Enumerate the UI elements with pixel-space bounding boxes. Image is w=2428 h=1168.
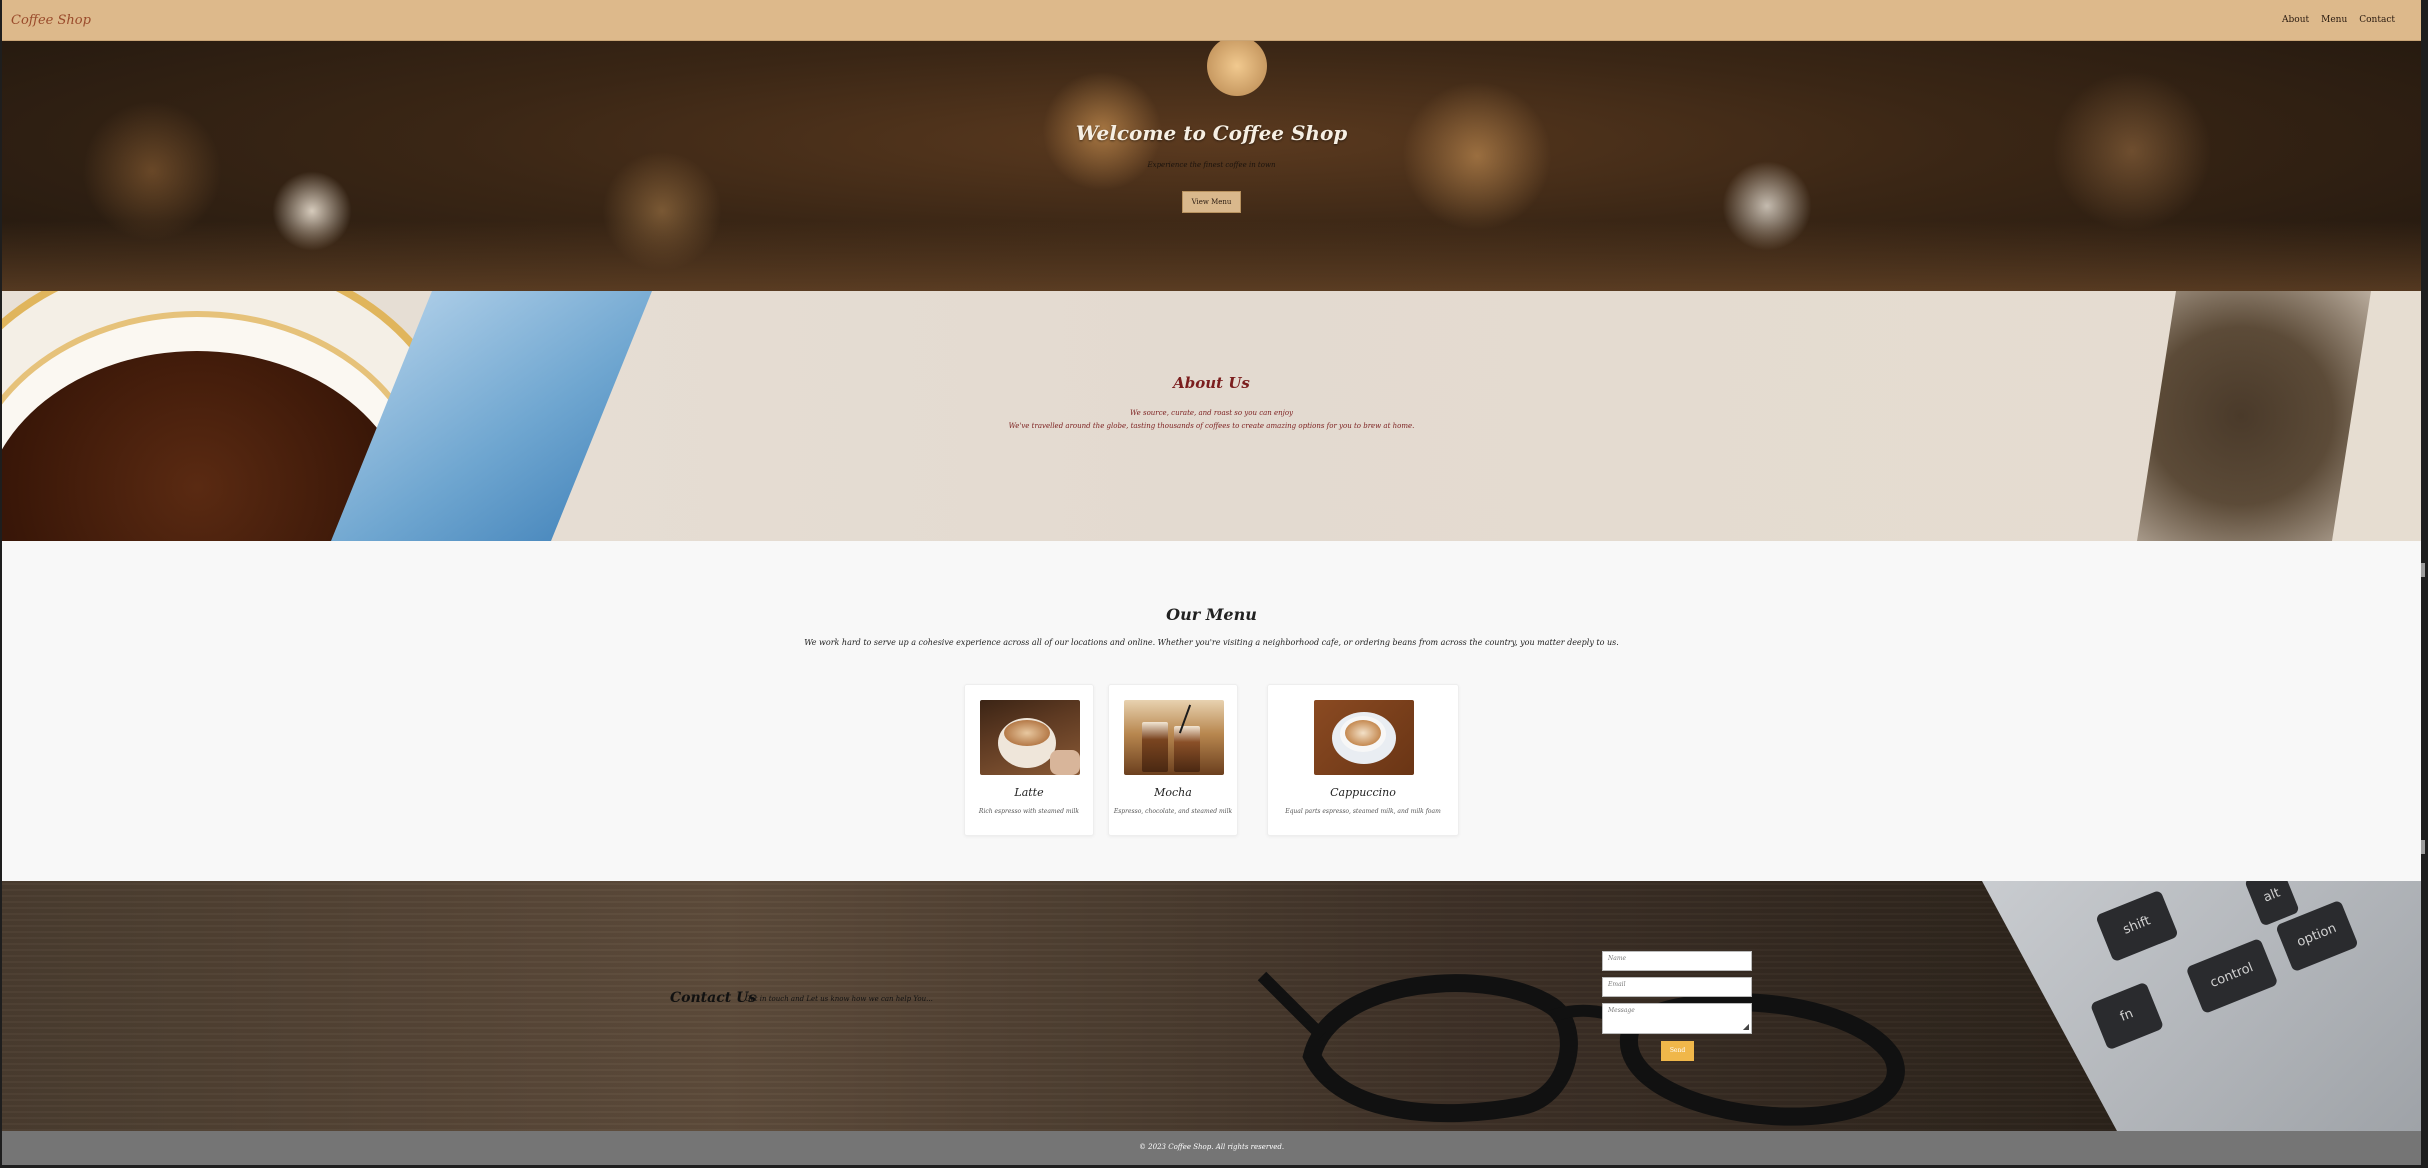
- menu-card-mocha[interactable]: Mocha Espresso, chocolate, and steamed m…: [1108, 684, 1238, 836]
- about-section: About Us We source, curate, and roast so…: [2, 291, 2421, 541]
- nav-link-about[interactable]: About: [2282, 15, 2309, 25]
- menu-item-name: Mocha: [1154, 786, 1192, 799]
- hero-bokeh-light: [1402, 81, 1552, 231]
- menu-section: Our Menu We work hard to serve up a cohe…: [2, 541, 2421, 881]
- keyboard-key: shift: [2095, 889, 2179, 963]
- mocha-image: [1124, 700, 1224, 775]
- menu-item-name: Latte: [1014, 786, 1044, 799]
- site-header: Coffee Shop About Menu Contact: [2, 0, 2421, 41]
- contact-subtitle: Get in touch and Let us know how we can …: [745, 995, 933, 1003]
- about-text-line: We've travelled around the globe, tastin…: [1008, 422, 1415, 430]
- menu-card-latte[interactable]: Latte Rich espresso with steamed milk: [964, 684, 1094, 836]
- main-nav: About Menu Contact: [2282, 15, 2395, 25]
- menu-item-name: Cappuccino: [1330, 786, 1396, 799]
- message-placeholder: Message: [1608, 1007, 1635, 1014]
- hero-table-glow: [2, 221, 2421, 291]
- menu-item-description: Espresso, chocolate, and steamed milk: [1113, 808, 1233, 815]
- browser-viewport: Coffee Shop About Menu Contact Welcome t…: [2, 0, 2421, 1168]
- hero-bokeh-light: [2052, 71, 2212, 231]
- menu-item-description: Equal parts espresso, steamed milk, and …: [1285, 808, 1441, 815]
- hero-subtitle: Experience the finest coffee in town: [1147, 161, 1276, 169]
- hero-title: Welcome to Coffee Shop: [1075, 121, 1348, 145]
- contact-title: Contact Us: [670, 990, 757, 1006]
- scrollbar-marker[interactable]: [2421, 563, 2425, 577]
- hero-section: Welcome to Coffee Shop Experience the fi…: [2, 41, 2421, 291]
- about-text-line: We source, curate, and roast so you can …: [1129, 409, 1294, 417]
- message-textarea[interactable]: Message ◢: [1602, 1003, 1752, 1034]
- email-input[interactable]: Email: [1602, 977, 1752, 997]
- keyboard-key: control: [2185, 937, 2279, 1015]
- resize-handle-icon[interactable]: ◢: [1743, 1022, 1749, 1031]
- menu-description: We work hard to serve up a cohesive expe…: [804, 638, 1619, 647]
- latte-image: [980, 700, 1080, 775]
- keyboard-key: fn: [2089, 981, 2165, 1051]
- view-menu-button[interactable]: View Menu: [1182, 191, 1241, 213]
- cappuccino-image: [1314, 700, 1414, 775]
- about-title: About Us: [1173, 374, 1250, 392]
- copyright-text: © 2023 Coffee Shop. All rights reserved.: [1138, 1143, 1285, 1151]
- send-button[interactable]: Send: [1661, 1041, 1694, 1061]
- menu-card-cappuccino[interactable]: Cappuccino Equal parts espresso, steamed…: [1267, 684, 1459, 836]
- contact-section: shift alt option control fn Contact Us G…: [2, 881, 2421, 1131]
- menu-title: Our Menu: [1166, 605, 1257, 624]
- nav-link-contact[interactable]: Contact: [2359, 15, 2395, 25]
- site-logo[interactable]: Coffee Shop: [11, 13, 91, 28]
- hero-bokeh-light: [1207, 41, 1267, 96]
- nav-link-menu[interactable]: Menu: [2321, 15, 2347, 25]
- menu-item-description: Rich espresso with steamed milk: [978, 808, 1080, 815]
- site-footer: © 2023 Coffee Shop. All rights reserved.: [2, 1131, 2421, 1165]
- name-input[interactable]: Name: [1602, 951, 1752, 971]
- scrollbar-marker[interactable]: [2421, 840, 2425, 854]
